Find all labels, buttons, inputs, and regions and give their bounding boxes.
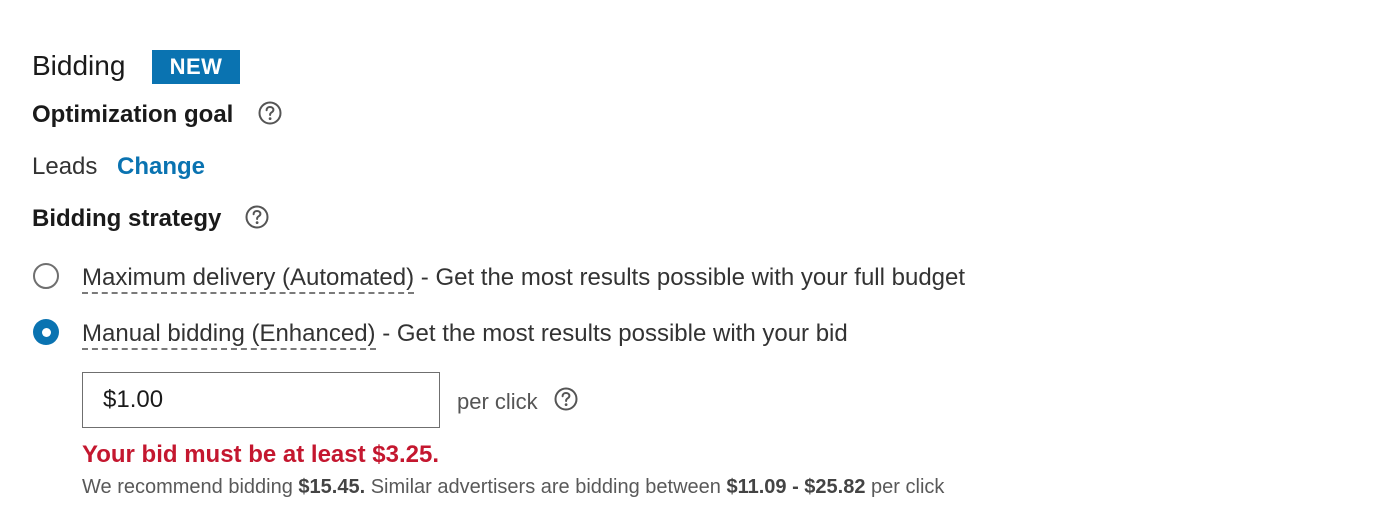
help-icon[interactable]	[257, 100, 283, 126]
optimization-goal-value: Leads	[32, 153, 98, 180]
option-description: - Get the most results possible with you…	[382, 320, 848, 347]
option-description: - Get the most results possible with you…	[420, 264, 966, 291]
radio-maximum-delivery[interactable]	[33, 263, 59, 289]
bid-range: $11.09 - $25.82	[726, 476, 866, 498]
help-icon[interactable]	[553, 386, 579, 412]
recommend-prefix: We recommend bidding	[82, 476, 293, 498]
section-title: Bidding	[32, 50, 126, 81]
bid-error-message: Your bid must be at least $3.25.	[82, 441, 439, 468]
radio-manual-bidding[interactable]	[33, 319, 59, 345]
per-click-label: per click	[457, 389, 538, 414]
bid-amount-input[interactable]	[82, 372, 440, 428]
bid-recommendation: We recommend bidding $15.45. Similar adv…	[82, 473, 944, 501]
change-link[interactable]: Change	[117, 151, 205, 183]
option-maximum-delivery: Maximum delivery (Automated) - Get the m…	[82, 262, 965, 294]
optimization-goal-label: Optimization goal	[32, 101, 234, 128]
new-badge: NEW	[152, 50, 240, 84]
similar-text: Similar advertisers are bidding between	[370, 476, 721, 498]
option-manual-bidding: Manual bidding (Enhanced) - Get the most…	[82, 318, 848, 350]
bidding-strategy-label: Bidding strategy	[32, 205, 222, 232]
option-name-manual-bidding[interactable]: Manual bidding (Enhanced)	[82, 320, 376, 350]
recommend-suffix: per click	[871, 476, 945, 498]
help-icon[interactable]	[244, 204, 270, 230]
option-name-maximum-delivery[interactable]: Maximum delivery (Automated)	[82, 264, 415, 294]
recommended-amount: $15.45.	[298, 476, 366, 498]
